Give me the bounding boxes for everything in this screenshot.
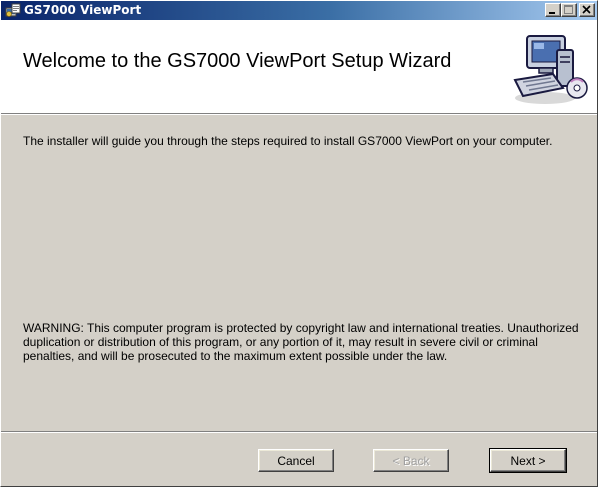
maximize-icon	[564, 5, 573, 14]
title-bar[interactable]: GS7000 ViewPort	[1, 1, 597, 20]
cancel-button[interactable]: Cancel	[258, 449, 334, 472]
installer-icon	[5, 3, 21, 17]
setup-wizard-window: GS7000 ViewPort Welcome to the GS7000 Vi…	[0, 0, 598, 487]
window-title: GS7000 ViewPort	[24, 3, 142, 17]
computer-disc-icon	[513, 35, 588, 104]
close-icon	[582, 5, 591, 14]
page-title: Welcome to the GS7000 ViewPort Setup Wiz…	[23, 50, 452, 72]
maximize-button[interactable]	[561, 3, 577, 17]
minimize-icon	[549, 12, 555, 14]
copyright-warning: WARNING: This computer program is protec…	[23, 321, 579, 363]
back-button[interactable]: < Back	[373, 449, 449, 472]
wizard-header: Welcome to the GS7000 ViewPort Setup Wiz…	[1, 20, 597, 113]
close-button[interactable]	[579, 3, 595, 17]
header-separator	[1, 113, 597, 115]
footer-separator	[1, 431, 597, 433]
intro-text: The installer will guide you through the…	[23, 134, 553, 148]
next-button[interactable]: Next >	[489, 448, 567, 473]
minimize-button[interactable]	[545, 3, 561, 17]
